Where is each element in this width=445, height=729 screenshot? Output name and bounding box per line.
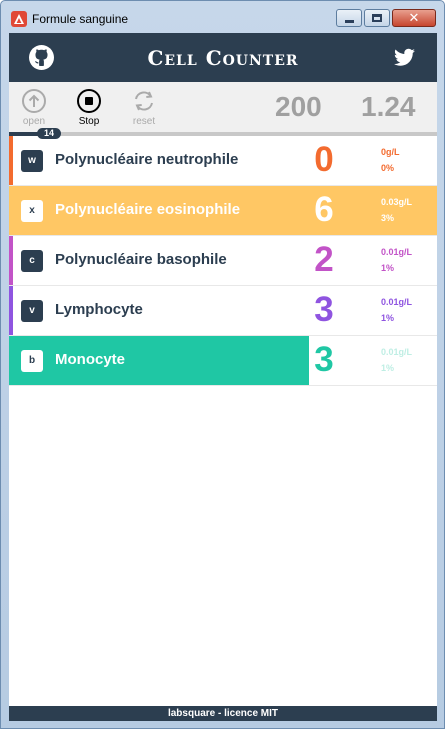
toolbar: open Stop reset 200 1.24	[9, 82, 437, 133]
footer: labsquare - licence MIT	[9, 706, 437, 721]
open-button[interactable]: open	[14, 88, 54, 127]
stop-label: Stop	[78, 116, 100, 127]
total-count: 200	[275, 91, 322, 122]
ratio-value: 1.24	[361, 91, 416, 122]
cell-percentage: 3%	[381, 213, 395, 223]
cell-concentration: 0.01g/L	[381, 347, 413, 357]
cell-count: 3	[314, 290, 334, 329]
cell-row-eosinophile[interactable]: x Polynucléaire eosinophile 6 0.03g/L 3%	[9, 186, 437, 236]
cell-count: 2	[314, 240, 334, 279]
window-controls: ✕	[336, 9, 436, 27]
app-content: Cell Counter open Stop reset 200 1.24 14…	[9, 33, 437, 721]
stop-button[interactable]: Stop	[69, 88, 109, 127]
cell-name: Polynucléaire eosinophile	[55, 201, 241, 218]
reset-label: reset	[132, 116, 156, 127]
title-bar[interactable]: Formule sanguine ✕	[1, 1, 444, 33]
cell-row-lymphocyte[interactable]: v Lymphocyte 3 0.01g/L 1%	[9, 286, 437, 336]
twitter-icon[interactable]	[392, 45, 417, 70]
cell-row-basophile[interactable]: c Polynucléaire basophile 2 0.01g/L 1%	[9, 236, 437, 286]
key-badge: x	[21, 200, 43, 222]
cell-concentration: 0.03g/L	[381, 197, 413, 207]
row-color-stripe	[9, 136, 13, 185]
key-badge: c	[21, 250, 43, 272]
cell-concentration: 0.01g/L	[381, 297, 413, 307]
close-button[interactable]: ✕	[392, 9, 436, 27]
cell-list: w Polynucléaire neutrophile 0 0g/L 0% x …	[9, 136, 437, 386]
window-title: Formule sanguine	[32, 12, 129, 26]
close-icon: ✕	[408, 10, 420, 26]
cell-count: 6	[314, 190, 334, 229]
cell-percentage: 1%	[381, 363, 395, 373]
cell-count: 0	[314, 140, 334, 179]
reset-button[interactable]: reset	[124, 88, 164, 127]
maximize-button[interactable]	[364, 9, 390, 27]
open-label: open	[22, 116, 46, 127]
app-title: Cell Counter	[147, 46, 299, 70]
cell-name: Lymphocyte	[55, 301, 143, 318]
maximize-icon	[372, 14, 382, 22]
upload-icon	[22, 89, 46, 113]
cell-row-neutrophile[interactable]: w Polynucléaire neutrophile 0 0g/L 0%	[9, 136, 437, 186]
cell-percentage: 0%	[381, 163, 395, 173]
row-color-stripe	[9, 236, 13, 285]
key-badge: v	[21, 300, 43, 322]
cell-concentration: 0g/L	[381, 147, 400, 157]
cell-count: 3	[314, 340, 334, 379]
row-color-stripe	[9, 286, 13, 335]
minimize-icon	[344, 19, 354, 23]
cell-row-monocyte[interactable]: b Monocyte 3 0.01g/L 1%	[9, 336, 437, 386]
cell-concentration: 0.01g/L	[381, 247, 413, 257]
cell-name: Polynucléaire basophile	[55, 251, 227, 268]
refresh-icon	[135, 91, 153, 111]
app-window: Formule sanguine ✕ Cell Counter open Sto…	[0, 0, 445, 729]
cell-name: Monocyte	[55, 351, 126, 368]
key-badge: b	[21, 350, 43, 372]
app-icon	[11, 11, 27, 27]
row-fill	[9, 336, 309, 385]
app-header: Cell Counter	[9, 33, 437, 82]
cell-percentage: 1%	[381, 313, 395, 323]
cell-percentage: 1%	[381, 263, 395, 273]
key-badge: w	[21, 150, 43, 172]
cell-name: Polynucléaire neutrophile	[55, 151, 239, 168]
minimize-button[interactable]	[336, 9, 362, 27]
stop-icon	[77, 89, 101, 113]
